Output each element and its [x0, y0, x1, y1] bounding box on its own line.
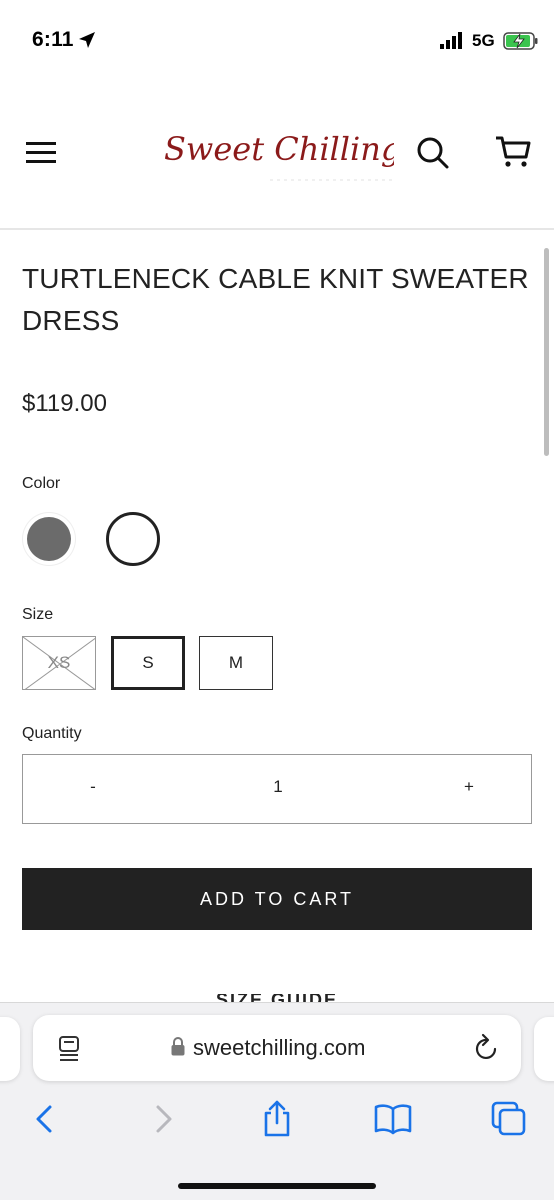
- status-time: 6:11: [32, 28, 74, 51]
- product-title: TURTLENECK CABLE KNIT SWEATER DRESS: [22, 263, 529, 336]
- location-arrow-icon: [79, 32, 95, 48]
- status-bar: 6:11 5G: [0, 0, 554, 80]
- size-option-m[interactable]: M: [199, 636, 273, 690]
- size-option-label: XS: [47, 653, 71, 672]
- product-price: $119.00: [22, 390, 107, 417]
- battery-charging-icon: [503, 32, 538, 50]
- size-option-label: S: [142, 653, 154, 672]
- quantity-stepper: - 1 +: [22, 754, 532, 824]
- quantity-increase-button[interactable]: +: [455, 777, 483, 801]
- forward-icon[interactable]: [142, 1099, 182, 1139]
- bookmarks-icon[interactable]: [373, 1099, 413, 1139]
- site-logo[interactable]: Sweet Chilling: [160, 124, 394, 194]
- browser-toolbar-area: sweetchilling.com: [0, 1002, 554, 1200]
- size-option-xs[interactable]: XS: [22, 636, 96, 690]
- color-swatch-white[interactable]: [106, 512, 160, 566]
- hamburger-menu-icon[interactable]: [26, 140, 58, 166]
- browser-nav-toolbar: [0, 1099, 554, 1149]
- quantity-decrease-button[interactable]: -: [79, 777, 107, 801]
- size-option-s[interactable]: S: [111, 636, 185, 690]
- quantity-label: Quantity: [22, 725, 82, 742]
- site-header: Sweet Chilling: [0, 80, 554, 230]
- shopping-cart-icon[interactable]: [494, 133, 532, 171]
- url-text: sweetchilling.com: [193, 1035, 366, 1060]
- color-swatch-gray[interactable]: [22, 512, 76, 566]
- back-icon[interactable]: [26, 1099, 66, 1139]
- share-icon[interactable]: [257, 1099, 297, 1139]
- color-label: Color: [22, 475, 61, 492]
- tabs-icon[interactable]: [489, 1099, 529, 1139]
- size-label: Size: [22, 606, 54, 623]
- swatch-fill: [27, 517, 71, 561]
- next-tab-peek[interactable]: [534, 1017, 554, 1081]
- network-type: 5G: [472, 31, 495, 50]
- cellular-signal-icon: [440, 32, 462, 49]
- home-indicator: [178, 1183, 376, 1189]
- address-bar[interactable]: sweetchilling.com: [33, 1015, 521, 1081]
- previous-tab-peek[interactable]: [0, 1017, 20, 1081]
- logo-text: Sweet Chilling: [164, 130, 394, 168]
- page-menu-icon[interactable]: [57, 1035, 83, 1063]
- page-scrollbar[interactable]: [544, 248, 549, 456]
- add-to-cart-button[interactable]: ADD TO CART: [22, 868, 532, 930]
- search-icon[interactable]: [416, 136, 450, 170]
- reload-icon[interactable]: [473, 1033, 501, 1063]
- size-option-label: M: [228, 653, 244, 672]
- quantity-input[interactable]: 1: [263, 777, 293, 797]
- lock-icon: [171, 1037, 185, 1056]
